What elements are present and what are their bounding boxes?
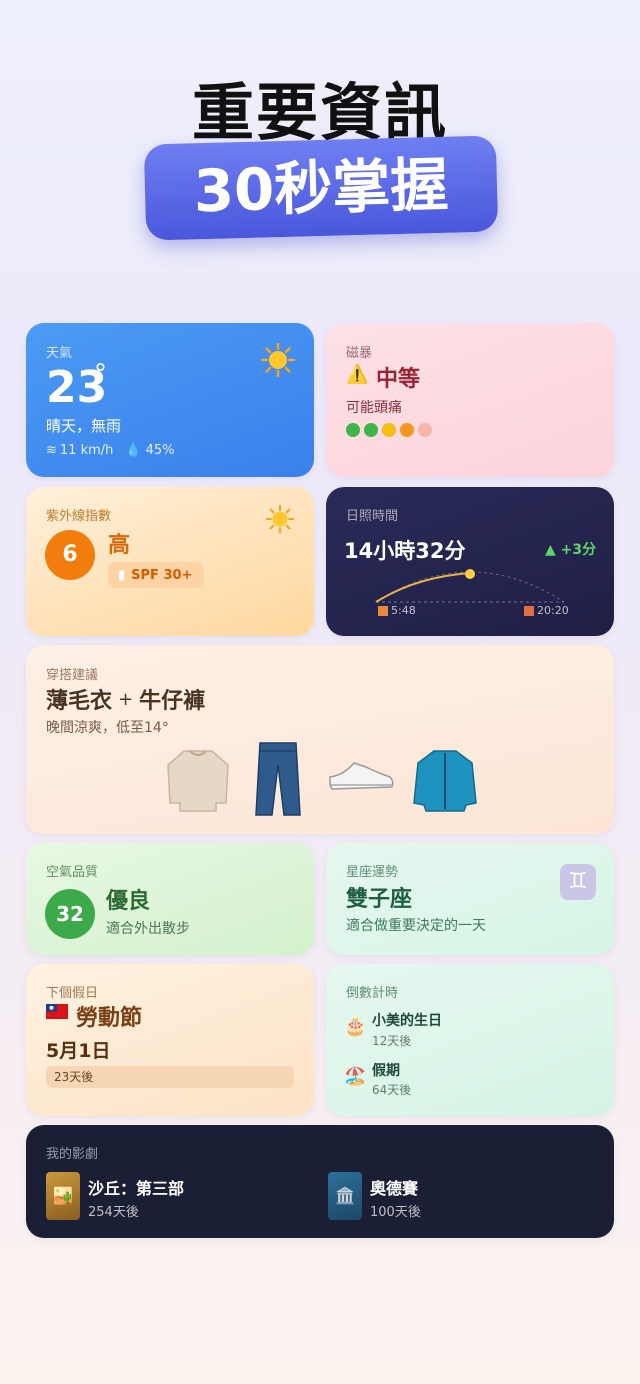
sunrise-icon (378, 605, 388, 616)
outfit-plus: + (118, 688, 134, 710)
horoscope-sign: 雙子座 (346, 887, 413, 912)
countdown-item-title: 假期 (372, 1063, 400, 1079)
air-level: 優良 (106, 889, 151, 914)
gemini-icon: ♊ (560, 864, 596, 900)
humidity-value: 45% (145, 443, 175, 458)
uv-level: 高 (108, 533, 131, 558)
level-dot (346, 423, 360, 437)
uv-label: 紫外線指數 (46, 509, 112, 524)
holiday-days-badge: 23天後 (46, 1066, 294, 1088)
spf-badge: ▮ SPF 30+ (108, 562, 205, 588)
sun-arc-graph (375, 569, 565, 603)
weather-label: 天氣 (46, 346, 73, 361)
sneaker-icon (329, 762, 394, 790)
countdown-item-days: 12天後 (372, 1034, 412, 1048)
sunset-icon (524, 605, 534, 616)
daylight-card[interactable]: 日照時間 14小時32分 ▲ +3分 5:48 20:20 (326, 487, 614, 636)
sun-icon (265, 504, 295, 534)
holiday-date: 5月1日 (46, 1040, 111, 1062)
weather-degree-symbol: ° (94, 359, 107, 389)
humidity-icon: 💧 (125, 443, 142, 458)
show-days: 254天後 (88, 1205, 139, 1220)
show-title: 奧德賽 (370, 1179, 419, 1198)
horoscope-note: 適合做重要決定的一天 (346, 918, 486, 934)
sunscreen-icon: ▮ (118, 567, 126, 583)
outfit-bottom: 牛仔褲 (139, 689, 206, 714)
sunrise-info: 5:48 (378, 604, 416, 617)
holiday-label: 下個假日 (46, 986, 99, 1001)
air-label: 空氣品質 (46, 865, 99, 880)
cake-icon: 🎂 (344, 1016, 367, 1037)
level-dot (382, 423, 396, 437)
magnetic-label: 磁暴 (346, 346, 373, 361)
outfit-card[interactable]: 穿搭建議 薄毛衣 + 牛仔褲 晚間涼爽，低至14° (26, 645, 614, 834)
sun-icon (260, 342, 296, 378)
countdown-label: 倒數計時 (346, 986, 399, 1001)
sunrise-time: 5:48 (391, 604, 416, 617)
magnetic-note: 可能頭痛 (346, 400, 402, 416)
holiday-card[interactable]: 下個假日 勞動節 5月1日 23天後 (26, 964, 314, 1116)
countdown-item-days: 64天後 (372, 1083, 412, 1097)
wind-icon: ≋ (46, 443, 57, 458)
movie-poster-icon[interactable]: 🏛️ (328, 1172, 362, 1220)
uv-index-badge: 6 (45, 530, 95, 580)
movie-poster-icon[interactable]: 🏜️ (46, 1172, 80, 1220)
spf-text: SPF 30+ (131, 567, 193, 583)
jacket-icon (413, 750, 477, 812)
sunset-time: 20:20 (537, 604, 569, 617)
show-days: 100天後 (370, 1205, 421, 1220)
headline-title: 重要資訊 (191, 76, 448, 149)
shows-label: 我的影劇 (46, 1147, 99, 1162)
uv-index-card[interactable]: 紫外線指數 6 高 ▮ SPF 30+ (26, 487, 314, 636)
countdown-item-title: 小美的生日 (372, 1013, 442, 1029)
jeans-icon (255, 742, 301, 816)
outfit-label: 穿搭建議 (46, 668, 99, 683)
weather-description: 晴天，無雨 (46, 417, 122, 435)
horoscope-label: 星座運勢 (346, 865, 399, 880)
outfit-title: 薄毛衣 + 牛仔褲 (46, 683, 205, 715)
beach-icon: 🏖️ (344, 1066, 367, 1087)
air-quality-card[interactable]: 空氣品質 32 優良 適合外出散步 (26, 843, 314, 955)
outfit-top: 薄毛衣 (46, 689, 113, 714)
sunset-info: 20:20 (524, 604, 569, 617)
level-dot (400, 423, 414, 437)
taiwan-flag-icon (46, 1004, 68, 1019)
magnetic-storm-card[interactable]: 磁暴 ⚠️ 中等 可能頭痛 (326, 323, 614, 477)
air-note: 適合外出散步 (106, 921, 190, 937)
sweater-icon (167, 750, 229, 812)
weather-card[interactable]: 天氣 23 ° 晴天，無雨 ≋ 11 km/h 💧 45% (26, 323, 314, 477)
level-dot (418, 423, 432, 437)
headline-highlight-pill: 30秒掌握 (143, 135, 499, 241)
my-shows-card[interactable]: 我的影劇 🏜️ 沙丘：第三部 254天後 🏛️ 奧德賽 100天後 (26, 1125, 614, 1238)
magnetic-level: 中等 (376, 367, 421, 392)
magnetic-level-dots (346, 423, 432, 437)
show-title: 沙丘：第三部 (88, 1179, 185, 1198)
aqi-badge: 32 (45, 889, 95, 939)
weather-stats: ≋ 11 km/h 💧 45% (46, 443, 175, 458)
outfit-note: 晚間涼爽，低至14° (46, 720, 169, 736)
level-dot (364, 423, 378, 437)
horoscope-card[interactable]: 星座運勢 雙子座 適合做重要決定的一天 ♊ (326, 843, 614, 955)
countdown-card[interactable]: 倒數計時 🎂 小美的生日 12天後 🏖️ 假期 64天後 (326, 964, 614, 1116)
wind-speed: 11 km/h (59, 443, 114, 458)
warning-icon: ⚠️ (346, 364, 369, 385)
holiday-name: 勞動節 (76, 1006, 143, 1031)
